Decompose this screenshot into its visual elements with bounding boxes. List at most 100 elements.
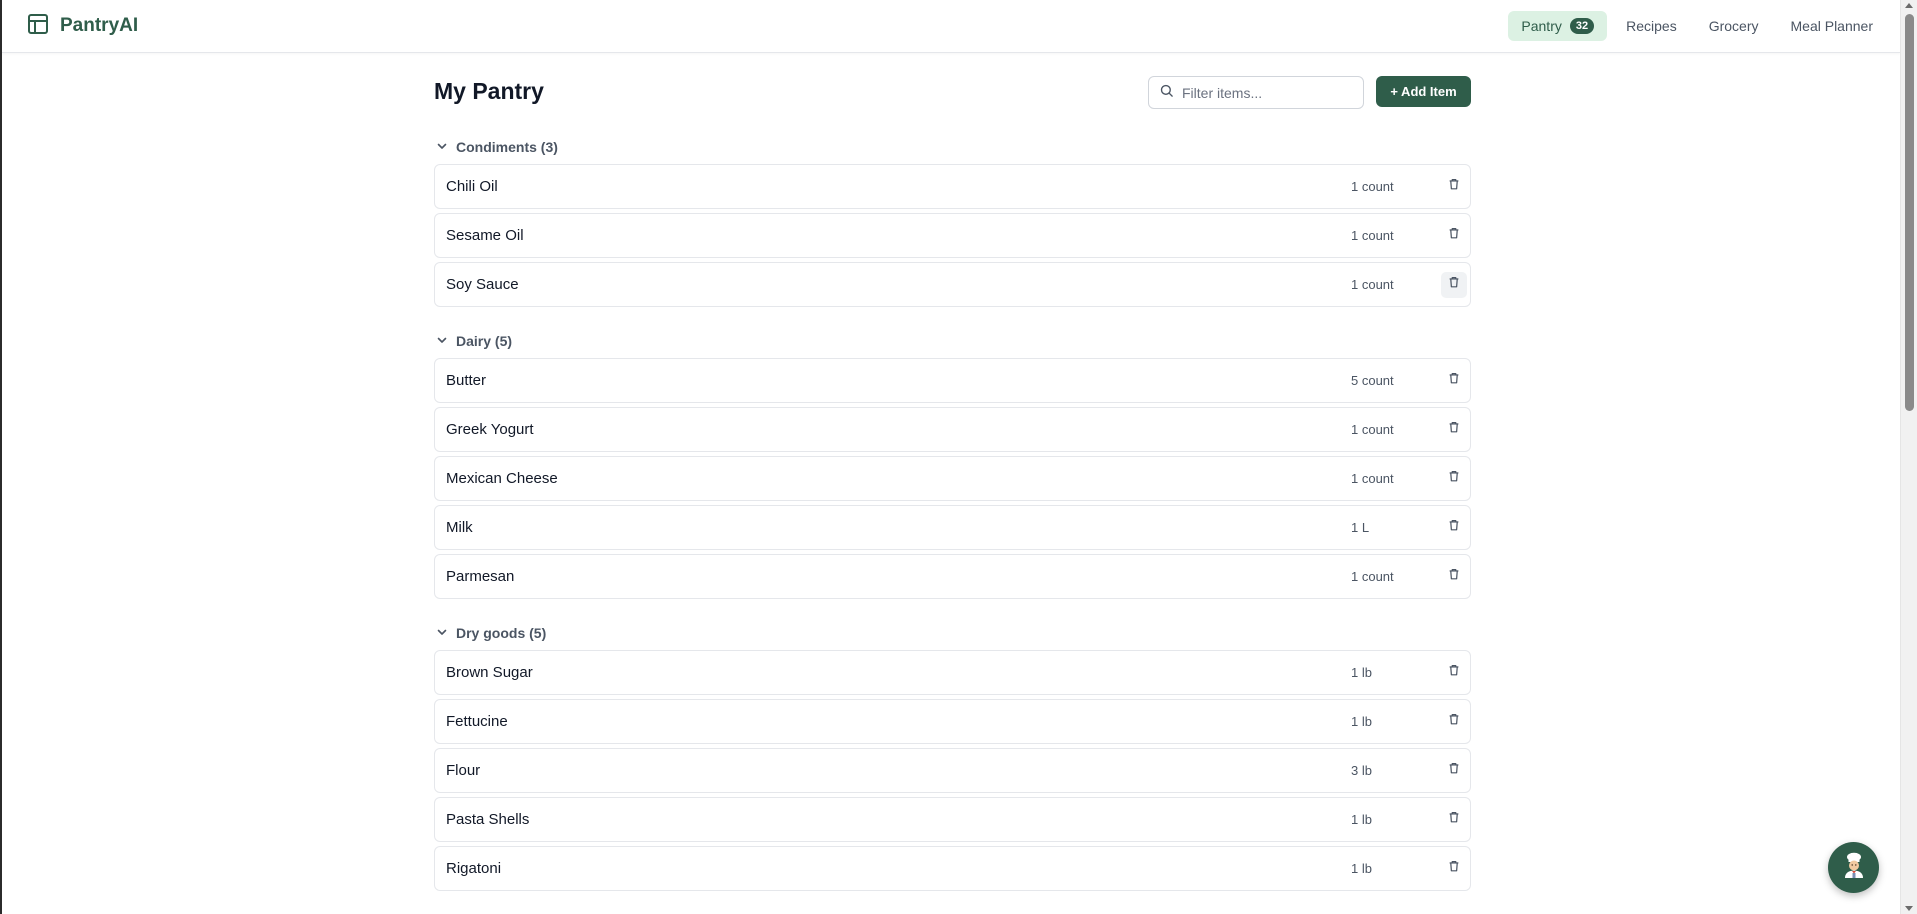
nav-pantry-label: Pantry	[1521, 18, 1562, 34]
item-quantity: 1 count	[1351, 471, 1394, 486]
pantry-item-row[interactable]: Butter 5 count	[434, 358, 1471, 403]
nav-grocery-label: Grocery	[1708, 18, 1759, 34]
pantry-item-row[interactable]: Sesame Oil 1 count	[434, 213, 1471, 258]
layout-icon	[26, 12, 50, 41]
item-name: Soy Sauce	[446, 276, 519, 293]
category-header[interactable]: Dry goods (5)	[434, 621, 1471, 644]
pantry-count-badge: 32	[1569, 18, 1595, 34]
trash-icon	[1447, 712, 1461, 731]
trash-icon	[1447, 420, 1461, 439]
brand-logo[interactable]: PantryAI	[26, 13, 138, 39]
search-icon	[1159, 83, 1174, 103]
item-quantity: 1 lb	[1351, 861, 1372, 876]
trash-icon	[1447, 567, 1461, 586]
item-quantity: 1 lb	[1351, 714, 1372, 729]
delete-item-button[interactable]	[1441, 856, 1467, 882]
page-scrollbar[interactable]	[1900, 0, 1917, 914]
nav-recipes-label: Recipes	[1626, 18, 1677, 34]
add-item-button[interactable]: + Add Item	[1376, 76, 1471, 107]
nav-grocery[interactable]: Grocery	[1696, 11, 1772, 41]
trash-icon	[1447, 518, 1461, 537]
trash-icon	[1447, 663, 1461, 682]
pantry-item-row[interactable]: Rigatoni 1 lb	[434, 846, 1471, 891]
item-quantity: 1 lb	[1351, 812, 1372, 827]
top-navbar: PantryAI Pantry 32 Recipes Grocery Meal …	[2, 0, 1900, 53]
item-name: Pasta Shells	[446, 811, 530, 828]
trash-icon	[1447, 177, 1461, 196]
item-name: Rigatoni	[446, 860, 502, 877]
chef-assistant-button[interactable]	[1828, 842, 1879, 893]
item-quantity: 1 count	[1351, 422, 1394, 437]
item-quantity: 1 count	[1351, 277, 1394, 292]
trash-icon	[1447, 810, 1461, 829]
item-name: Flour	[446, 762, 481, 779]
item-quantity: 1 lb	[1351, 665, 1372, 680]
chevron-down-icon	[434, 139, 448, 155]
delete-item-button[interactable]	[1441, 515, 1467, 541]
item-quantity: 1 L	[1351, 520, 1370, 535]
item-name: Butter	[446, 372, 487, 389]
delete-item-button[interactable]	[1441, 223, 1467, 249]
item-quantity: 1 count	[1351, 569, 1394, 584]
item-quantity: 5 count	[1351, 373, 1394, 388]
pantry-item-row[interactable]: Mexican Cheese 1 count	[434, 456, 1471, 501]
item-name: Milk	[446, 519, 473, 536]
pantry-item-row[interactable]: Greek Yogurt 1 count	[434, 407, 1471, 452]
pantry-item-row[interactable]: Chili Oil 1 count	[434, 164, 1471, 209]
scroll-down-arrow[interactable]	[1905, 906, 1913, 911]
item-quantity: 1 count	[1351, 228, 1394, 243]
pantry-item-row[interactable]: Soy Sauce 1 count	[434, 262, 1471, 307]
delete-item-button[interactable]	[1441, 807, 1467, 833]
item-name: Fettucine	[446, 713, 508, 730]
item-name: Greek Yogurt	[446, 421, 534, 438]
chef-icon	[1839, 850, 1869, 885]
trash-icon	[1447, 275, 1461, 294]
delete-item-button[interactable]	[1441, 758, 1467, 784]
app-window: PantryAI Pantry 32 Recipes Grocery Meal …	[0, 0, 1917, 914]
category-label: Dairy (5)	[456, 332, 513, 349]
pantry-main: My Pantry + Add Item Condiments (3) Chili…	[432, 54, 1471, 914]
delete-item-button[interactable]	[1441, 660, 1467, 686]
delete-item-button[interactable]	[1441, 709, 1467, 735]
main-nav: Pantry 32 Recipes Grocery Meal Planner	[1508, 11, 1886, 41]
pantry-item-row[interactable]: Pasta Shells 1 lb	[434, 797, 1471, 842]
pantry-list: Condiments (3) Chili Oil 1 count Sesame Oil…	[434, 135, 1471, 895]
pantry-item-row[interactable]: Fettucine 1 lb	[434, 699, 1471, 744]
item-name: Brown Sugar	[446, 664, 533, 681]
nav-meal-planner-label: Meal Planner	[1790, 18, 1874, 34]
delete-item-button[interactable]	[1441, 466, 1467, 492]
item-quantity: 3 lb	[1351, 763, 1372, 778]
filter-input[interactable]	[1182, 84, 1352, 101]
nav-pantry[interactable]: Pantry 32	[1508, 11, 1608, 41]
scroll-up-arrow[interactable]	[1905, 3, 1913, 8]
item-name: Sesame Oil	[446, 227, 524, 244]
item-quantity: 1 count	[1351, 179, 1394, 194]
nav-meal-planner[interactable]: Meal Planner	[1778, 11, 1887, 41]
trash-icon	[1447, 761, 1461, 780]
pantry-item-row[interactable]: Milk 1 L	[434, 505, 1471, 550]
pantry-item-row[interactable]: Flour 3 lb	[434, 748, 1471, 793]
category-label: Condiments (3)	[456, 138, 558, 155]
pantry-item-row[interactable]: Brown Sugar 1 lb	[434, 650, 1471, 695]
delete-item-button[interactable]	[1441, 174, 1467, 200]
pantry-item-row[interactable]: Parmesan 1 count	[434, 554, 1471, 599]
category-label: Dry goods (5)	[456, 624, 547, 641]
nav-recipes[interactable]: Recipes	[1613, 11, 1690, 41]
page-title: My Pantry	[434, 78, 544, 104]
trash-icon	[1447, 226, 1461, 245]
trash-icon	[1447, 371, 1461, 390]
brand-name: PantryAI	[60, 15, 139, 36]
category-header[interactable]: Dairy (5)	[434, 329, 1471, 352]
delete-item-button[interactable]	[1441, 271, 1467, 298]
delete-item-button[interactable]	[1441, 368, 1467, 394]
trash-icon	[1447, 469, 1461, 488]
chevron-down-icon	[434, 625, 448, 641]
trash-icon	[1447, 859, 1461, 878]
delete-item-button[interactable]	[1441, 417, 1467, 443]
category-header[interactable]: Condiments (3)	[434, 135, 1471, 158]
item-name: Chili Oil	[446, 178, 498, 195]
scroll-thumb[interactable]	[1905, 14, 1914, 411]
delete-item-button[interactable]	[1441, 564, 1467, 590]
filter-box	[1148, 76, 1364, 109]
item-name: Parmesan	[446, 568, 515, 585]
